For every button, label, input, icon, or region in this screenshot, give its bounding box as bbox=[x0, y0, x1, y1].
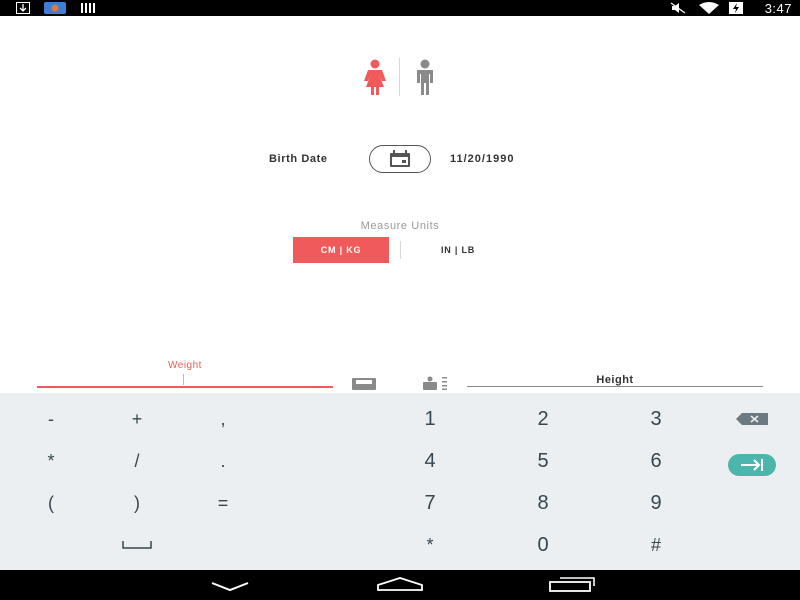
unit-in-lb-button[interactable]: IN | LB bbox=[410, 237, 506, 263]
key-0[interactable]: 0 bbox=[503, 525, 583, 565]
birth-date-calendar-button[interactable] bbox=[369, 145, 431, 173]
back-icon[interactable] bbox=[208, 579, 252, 593]
calendar-icon bbox=[390, 150, 410, 167]
key-2[interactable]: 2 bbox=[503, 399, 583, 439]
recents-icon[interactable] bbox=[548, 576, 596, 592]
wifi-icon bbox=[699, 2, 719, 14]
key-hash[interactable]: # bbox=[616, 525, 696, 565]
status-bar: 3:47 bbox=[0, 0, 800, 16]
key-3[interactable]: 3 bbox=[616, 399, 696, 439]
units-divider bbox=[400, 241, 401, 259]
weight-input[interactable] bbox=[37, 386, 333, 388]
birth-date-value[interactable]: 11/20/1990 bbox=[450, 153, 514, 165]
height-input[interactable] bbox=[467, 386, 763, 387]
key-6[interactable]: 6 bbox=[616, 441, 696, 481]
height-ruler-icon bbox=[423, 376, 447, 390]
male-icon[interactable] bbox=[410, 59, 440, 95]
key-9[interactable]: 9 bbox=[616, 483, 696, 523]
gender-divider bbox=[399, 58, 400, 96]
backspace-icon bbox=[736, 413, 768, 425]
key-slash[interactable]: / bbox=[97, 441, 177, 481]
key-4[interactable]: 4 bbox=[390, 441, 470, 481]
next-key[interactable] bbox=[712, 445, 792, 485]
weight-cursor bbox=[183, 374, 184, 385]
key-star[interactable]: * bbox=[390, 525, 470, 565]
key-7[interactable]: 7 bbox=[390, 483, 470, 523]
space-icon bbox=[122, 541, 152, 549]
key-8[interactable]: 8 bbox=[503, 483, 583, 523]
scale-icon bbox=[352, 378, 376, 390]
download-icon bbox=[16, 2, 30, 14]
birth-date-label: Birth Date bbox=[269, 153, 328, 165]
home-icon[interactable] bbox=[376, 576, 424, 592]
key-close-paren[interactable]: ) bbox=[97, 483, 177, 523]
battery-charging-icon bbox=[729, 2, 743, 14]
weight-label: Weight bbox=[168, 360, 202, 371]
key-period[interactable]: . bbox=[183, 441, 263, 481]
status-time: 3:47 bbox=[764, 1, 792, 16]
female-icon[interactable] bbox=[360, 59, 390, 95]
key-asterisk-symbol[interactable]: * bbox=[11, 441, 91, 481]
key-plus[interactable]: + bbox=[97, 399, 177, 439]
key-space[interactable] bbox=[97, 525, 177, 565]
mute-icon bbox=[670, 2, 686, 14]
key-minus[interactable]: - bbox=[11, 399, 91, 439]
app-icon bbox=[44, 2, 66, 14]
key-equals[interactable]: = bbox=[183, 483, 263, 523]
key-open-paren[interactable]: ( bbox=[11, 483, 91, 523]
height-label: Height bbox=[596, 374, 634, 386]
numeric-keyboard: - + , * / . ( ) = 1 2 3 4 5 6 7 8 9 * 0 … bbox=[0, 393, 800, 570]
next-arrow-icon bbox=[728, 454, 776, 476]
key-comma[interactable]: , bbox=[183, 399, 263, 439]
key-1[interactable]: 1 bbox=[390, 399, 470, 439]
measure-units-title: Measure Units bbox=[360, 220, 440, 232]
backspace-key[interactable] bbox=[712, 399, 792, 439]
key-5[interactable]: 5 bbox=[503, 441, 583, 481]
barcode-icon bbox=[81, 3, 95, 13]
unit-cm-kg-button[interactable]: CM | KG bbox=[293, 237, 389, 263]
navigation-bar bbox=[0, 570, 800, 600]
